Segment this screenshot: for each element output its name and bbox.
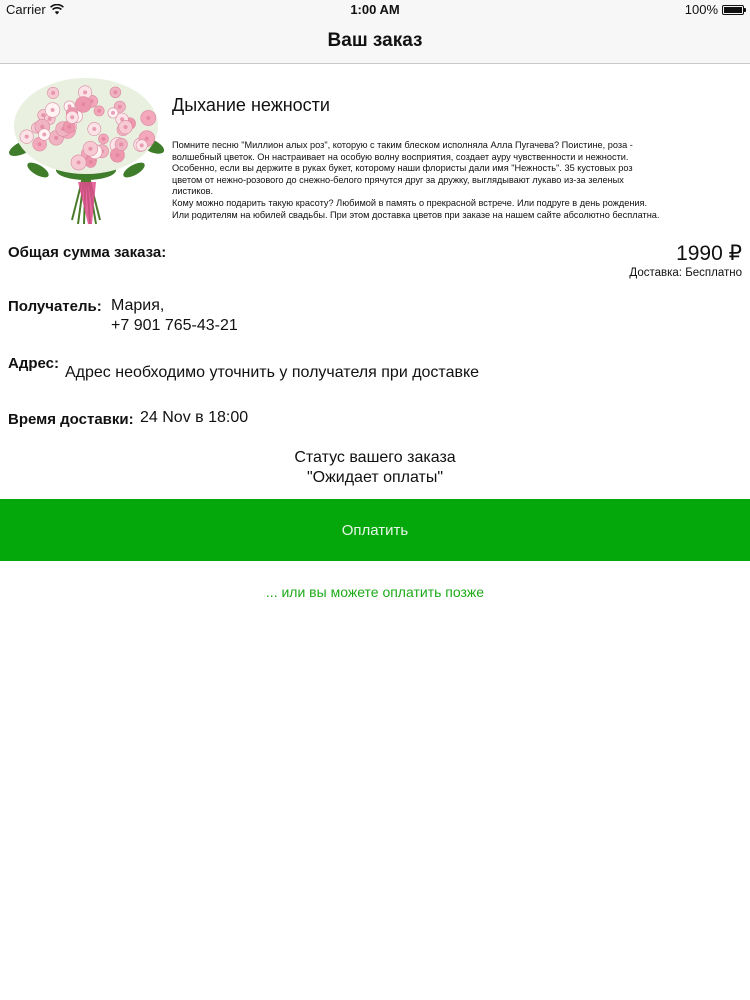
rose-center (40, 124, 45, 129)
clock: 1:00 AM (350, 2, 400, 17)
rose-center (139, 143, 144, 148)
rose-center (50, 108, 55, 112)
rose-center (42, 132, 47, 137)
rose-center (97, 108, 102, 113)
rose-center (144, 136, 149, 141)
delivery-time-value: 24 Nov в 18:00 (140, 409, 249, 426)
delivery-note: Доставка: Бесплатно (629, 267, 742, 279)
rose-center (88, 146, 93, 151)
flower-bouquet-image (9, 78, 164, 225)
rose-center (88, 160, 93, 165)
product-title: Дыхание нежности (172, 95, 330, 115)
rose-center (92, 127, 97, 131)
navigation-bar: Ваш заказ (0, 20, 750, 64)
order-status-title: Статус вашего заказа (294, 449, 456, 466)
rose-center (123, 125, 128, 130)
product-description: Помните песню "Миллион алых роз", котору… (172, 140, 660, 220)
rose-center (51, 90, 56, 95)
delivery-time-label: Время доставки: (8, 411, 134, 428)
rose-center (113, 90, 118, 95)
recipient-label: Получатель: (8, 298, 102, 315)
rose-center (70, 115, 75, 120)
rose-center (67, 124, 72, 129)
total-label: Общая сумма заказа: (8, 244, 167, 261)
rose-center (111, 110, 115, 115)
pay-button[interactable]: Оплатить (0, 499, 750, 561)
rose-center (119, 142, 124, 147)
page-title: Ваш заказ (327, 30, 423, 51)
battery-level (724, 6, 742, 13)
total-price: 1990 ₽ (676, 242, 742, 265)
pay-button-label: Оплатить (341, 521, 409, 539)
recipient-phone: +7 901 765-43-21 (111, 317, 238, 334)
order-status-value: "Ожидает оплаты" (306, 469, 444, 486)
battery-icon (722, 4, 746, 15)
rose-center (81, 102, 86, 107)
address-value: Адрес необходимо уточнить у получателя п… (65, 364, 480, 381)
rose-center (24, 134, 29, 139)
rose-center (37, 142, 42, 147)
rose-center (47, 117, 52, 121)
address-label: Адрес: (8, 355, 59, 372)
pay-later-link[interactable]: ... или вы можете оплатить позже (0, 584, 750, 600)
battery-percent: 100% (684, 2, 718, 17)
status-bar: Carrier 1:00 AM 100% (0, 0, 750, 20)
rose-center (146, 116, 151, 120)
rose-center (101, 136, 106, 141)
rose-center (54, 135, 59, 140)
rose-center (83, 90, 88, 95)
recipient-name: Мария, (111, 297, 165, 314)
rose-center (115, 153, 120, 158)
rose-center (76, 160, 81, 165)
rose-center (117, 104, 122, 109)
